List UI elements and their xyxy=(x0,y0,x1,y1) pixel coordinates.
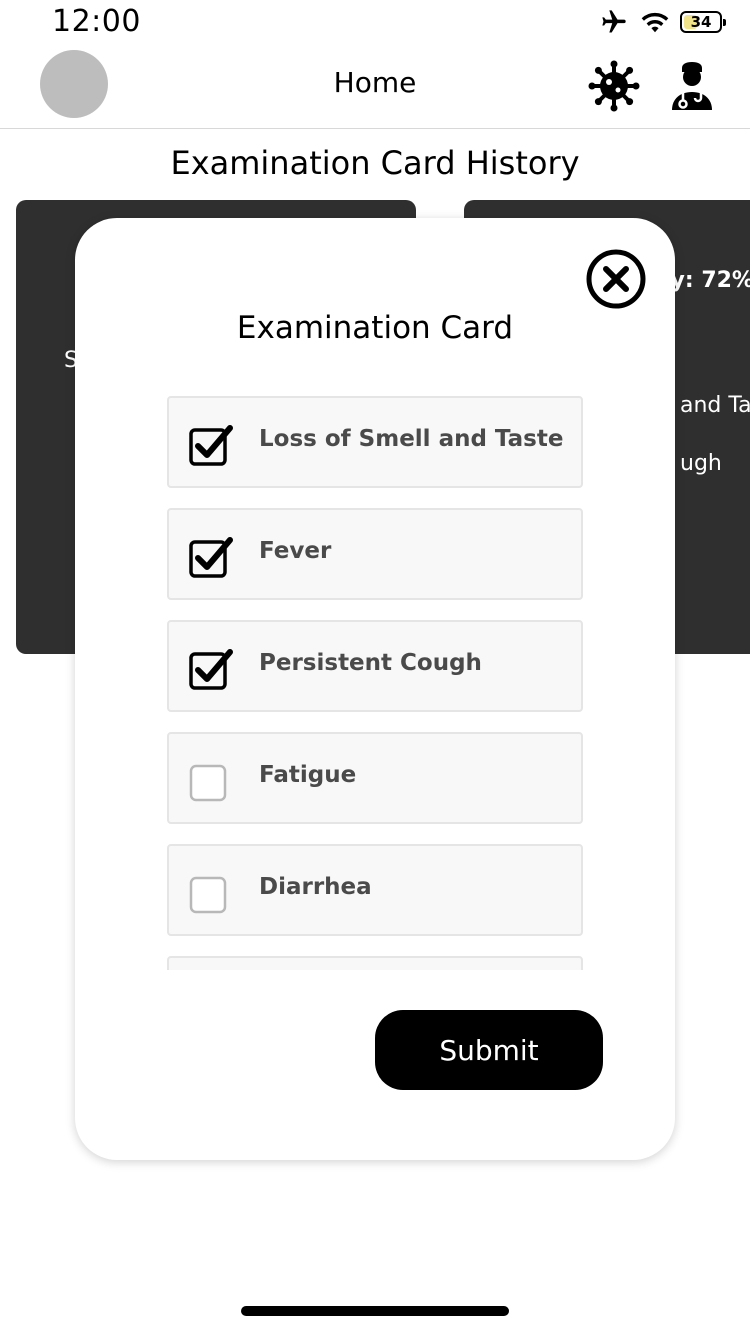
symptom-item[interactable]: Fever xyxy=(167,508,583,600)
symptom-item[interactable]: Persistent Cough xyxy=(167,620,583,712)
wifi-icon xyxy=(641,12,669,33)
nav-bar: Home xyxy=(0,44,750,129)
battery-icon: 34 xyxy=(680,11,726,33)
status-time: 12:00 xyxy=(52,4,141,39)
virus-icon[interactable] xyxy=(588,60,640,112)
modal-title: Examination Card xyxy=(236,310,514,346)
history-card-symptom: and Ta xyxy=(680,393,750,418)
symptom-item[interactable]: Loss of Smell and Taste xyxy=(167,396,583,488)
symptom-list[interactable]: Loss of Smell and Taste Fever Persistent… xyxy=(167,396,583,970)
home-indicator[interactable] xyxy=(241,1306,509,1316)
checkbox-checked-icon[interactable] xyxy=(189,422,233,466)
symptom-item[interactable]: Diarrhea xyxy=(167,844,583,936)
section-title: Examination Card History xyxy=(170,144,580,182)
checkbox-unchecked-icon[interactable] xyxy=(189,870,233,914)
status-bar: 12:00 34 xyxy=(0,0,750,44)
symptom-label: Loss of Smell and Taste xyxy=(259,426,564,452)
doctor-icon[interactable] xyxy=(666,60,718,112)
symptom-label: Persistent Cough xyxy=(259,650,482,676)
checkbox-checked-icon[interactable] xyxy=(189,646,233,690)
symptom-label: Fever xyxy=(259,538,332,564)
symptom-label: Diarrhea xyxy=(259,874,372,900)
close-icon[interactable] xyxy=(585,248,647,310)
submit-button[interactable]: Submit xyxy=(375,1010,603,1090)
symptom-item-partial[interactable] xyxy=(167,956,583,970)
status-icons: 34 xyxy=(598,6,726,38)
battery-level: 34 xyxy=(690,13,712,31)
airplane-icon xyxy=(602,10,626,33)
checkbox-checked-icon[interactable] xyxy=(189,534,233,578)
symptom-item[interactable]: Fatigue xyxy=(167,732,583,824)
checkbox-unchecked-icon[interactable] xyxy=(189,758,233,802)
examination-card-modal: Examination Card Loss of Smell and Taste… xyxy=(75,218,675,1160)
symptom-label: Fatigue xyxy=(259,762,357,788)
history-card-symptom: ugh xyxy=(680,451,722,476)
